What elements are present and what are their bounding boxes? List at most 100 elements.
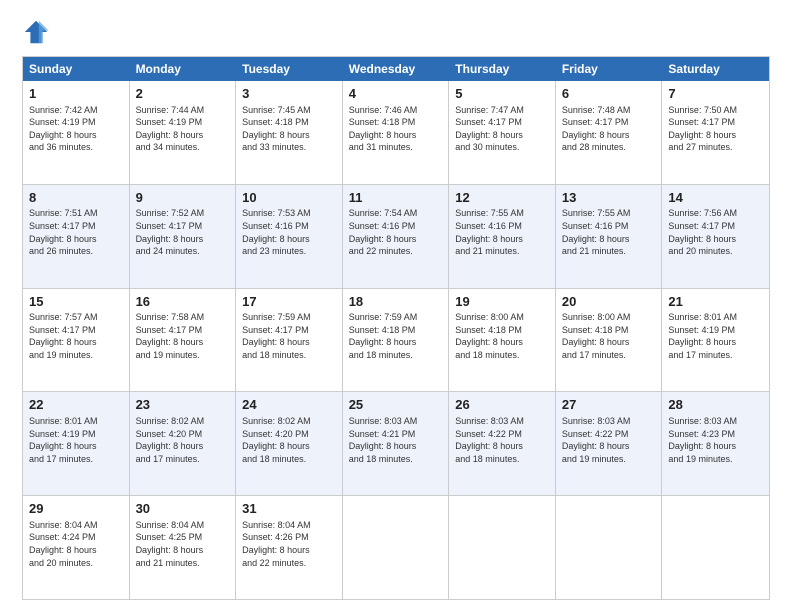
calendar-body: 1Sunrise: 7:42 AMSunset: 4:19 PMDaylight… bbox=[23, 81, 769, 599]
cal-cell: 29Sunrise: 8:04 AMSunset: 4:24 PMDayligh… bbox=[23, 496, 130, 599]
cell-info: and 30 minutes. bbox=[455, 141, 549, 154]
cell-info: and 21 minutes. bbox=[136, 557, 230, 570]
cal-cell: 22Sunrise: 8:01 AMSunset: 4:19 PMDayligh… bbox=[23, 392, 130, 495]
cell-info: Daylight: 8 hours bbox=[29, 440, 123, 453]
cell-info: Sunset: 4:25 PM bbox=[136, 531, 230, 544]
cell-info: Daylight: 8 hours bbox=[668, 336, 763, 349]
cell-info: and 22 minutes. bbox=[349, 245, 443, 258]
cell-info: Daylight: 8 hours bbox=[349, 233, 443, 246]
cell-info: Daylight: 8 hours bbox=[242, 336, 336, 349]
day-number: 3 bbox=[242, 85, 336, 103]
cal-cell: 11Sunrise: 7:54 AMSunset: 4:16 PMDayligh… bbox=[343, 185, 450, 288]
day-number: 29 bbox=[29, 500, 123, 518]
cal-cell: 28Sunrise: 8:03 AMSunset: 4:23 PMDayligh… bbox=[662, 392, 769, 495]
cal-cell: 15Sunrise: 7:57 AMSunset: 4:17 PMDayligh… bbox=[23, 289, 130, 392]
cell-info: Daylight: 8 hours bbox=[242, 129, 336, 142]
cell-info: and 17 minutes. bbox=[136, 453, 230, 466]
cell-info: and 18 minutes. bbox=[455, 453, 549, 466]
cell-info: and 17 minutes. bbox=[29, 453, 123, 466]
cell-info: Sunset: 4:17 PM bbox=[136, 220, 230, 233]
cell-info: Sunset: 4:17 PM bbox=[455, 116, 549, 129]
cal-cell: 8Sunrise: 7:51 AMSunset: 4:17 PMDaylight… bbox=[23, 185, 130, 288]
day-number: 13 bbox=[562, 189, 656, 207]
logo-icon bbox=[22, 18, 50, 46]
day-number: 10 bbox=[242, 189, 336, 207]
cell-info: Sunset: 4:22 PM bbox=[455, 428, 549, 441]
cell-info: Sunrise: 7:45 AM bbox=[242, 104, 336, 117]
day-number: 26 bbox=[455, 396, 549, 414]
cell-info: Sunset: 4:17 PM bbox=[562, 116, 656, 129]
cell-info: and 21 minutes. bbox=[455, 245, 549, 258]
cell-info: Sunrise: 7:42 AM bbox=[29, 104, 123, 117]
cell-info: Sunrise: 8:02 AM bbox=[242, 415, 336, 428]
cell-info: Sunrise: 8:03 AM bbox=[562, 415, 656, 428]
cell-info: Daylight: 8 hours bbox=[562, 233, 656, 246]
day-number: 27 bbox=[562, 396, 656, 414]
cell-info: Sunset: 4:18 PM bbox=[349, 324, 443, 337]
cal-cell: 12Sunrise: 7:55 AMSunset: 4:16 PMDayligh… bbox=[449, 185, 556, 288]
cell-info: Sunrise: 7:58 AM bbox=[136, 311, 230, 324]
day-number: 25 bbox=[349, 396, 443, 414]
header-monday: Monday bbox=[130, 57, 237, 81]
header bbox=[22, 18, 770, 46]
cal-cell: 17Sunrise: 7:59 AMSunset: 4:17 PMDayligh… bbox=[236, 289, 343, 392]
cal-cell: 7Sunrise: 7:50 AMSunset: 4:17 PMDaylight… bbox=[662, 81, 769, 184]
cell-info: Daylight: 8 hours bbox=[136, 336, 230, 349]
cell-info: Sunset: 4:17 PM bbox=[29, 324, 123, 337]
cell-info: Daylight: 8 hours bbox=[349, 440, 443, 453]
day-number: 31 bbox=[242, 500, 336, 518]
day-number: 14 bbox=[668, 189, 763, 207]
cal-row-5: 29Sunrise: 8:04 AMSunset: 4:24 PMDayligh… bbox=[23, 495, 769, 599]
cell-info: Sunrise: 7:54 AM bbox=[349, 207, 443, 220]
cal-cell: 16Sunrise: 7:58 AMSunset: 4:17 PMDayligh… bbox=[130, 289, 237, 392]
cell-info: and 28 minutes. bbox=[562, 141, 656, 154]
header-thursday: Thursday bbox=[449, 57, 556, 81]
cal-row-4: 22Sunrise: 8:01 AMSunset: 4:19 PMDayligh… bbox=[23, 391, 769, 495]
cell-info: Sunrise: 8:01 AM bbox=[668, 311, 763, 324]
cell-info: Sunrise: 8:04 AM bbox=[242, 519, 336, 532]
cal-cell bbox=[556, 496, 663, 599]
cell-info: Daylight: 8 hours bbox=[668, 129, 763, 142]
calendar-header: Sunday Monday Tuesday Wednesday Thursday… bbox=[23, 57, 769, 81]
cal-cell bbox=[662, 496, 769, 599]
cal-cell: 1Sunrise: 7:42 AMSunset: 4:19 PMDaylight… bbox=[23, 81, 130, 184]
header-friday: Friday bbox=[556, 57, 663, 81]
cell-info: Sunset: 4:17 PM bbox=[136, 324, 230, 337]
cell-info: Sunrise: 7:52 AM bbox=[136, 207, 230, 220]
day-number: 9 bbox=[136, 189, 230, 207]
day-number: 20 bbox=[562, 293, 656, 311]
day-number: 7 bbox=[668, 85, 763, 103]
day-number: 8 bbox=[29, 189, 123, 207]
cell-info: and 21 minutes. bbox=[562, 245, 656, 258]
cal-cell bbox=[343, 496, 450, 599]
cell-info: Sunrise: 8:01 AM bbox=[29, 415, 123, 428]
cell-info: and 17 minutes. bbox=[562, 349, 656, 362]
cell-info: Sunset: 4:19 PM bbox=[29, 116, 123, 129]
cal-cell: 30Sunrise: 8:04 AMSunset: 4:25 PMDayligh… bbox=[130, 496, 237, 599]
cell-info: Daylight: 8 hours bbox=[29, 129, 123, 142]
cell-info: Sunset: 4:19 PM bbox=[136, 116, 230, 129]
cal-cell: 27Sunrise: 8:03 AMSunset: 4:22 PMDayligh… bbox=[556, 392, 663, 495]
cell-info: Daylight: 8 hours bbox=[29, 336, 123, 349]
cell-info: Sunrise: 7:48 AM bbox=[562, 104, 656, 117]
cell-info: Sunset: 4:26 PM bbox=[242, 531, 336, 544]
cell-info: and 33 minutes. bbox=[242, 141, 336, 154]
cell-info: Sunset: 4:21 PM bbox=[349, 428, 443, 441]
cell-info: and 27 minutes. bbox=[668, 141, 763, 154]
cell-info: Sunset: 4:16 PM bbox=[455, 220, 549, 233]
day-number: 21 bbox=[668, 293, 763, 311]
day-number: 15 bbox=[29, 293, 123, 311]
cell-info: Sunrise: 7:59 AM bbox=[242, 311, 336, 324]
cell-info: Sunset: 4:20 PM bbox=[136, 428, 230, 441]
cell-info: Sunset: 4:23 PM bbox=[668, 428, 763, 441]
cell-info: Daylight: 8 hours bbox=[668, 233, 763, 246]
header-wednesday: Wednesday bbox=[343, 57, 450, 81]
cell-info: Sunrise: 7:55 AM bbox=[455, 207, 549, 220]
cell-info: Daylight: 8 hours bbox=[29, 233, 123, 246]
cell-info: Daylight: 8 hours bbox=[455, 336, 549, 349]
day-number: 11 bbox=[349, 189, 443, 207]
cell-info: Daylight: 8 hours bbox=[349, 129, 443, 142]
cell-info: and 17 minutes. bbox=[668, 349, 763, 362]
day-number: 28 bbox=[668, 396, 763, 414]
cell-info: Sunrise: 7:51 AM bbox=[29, 207, 123, 220]
